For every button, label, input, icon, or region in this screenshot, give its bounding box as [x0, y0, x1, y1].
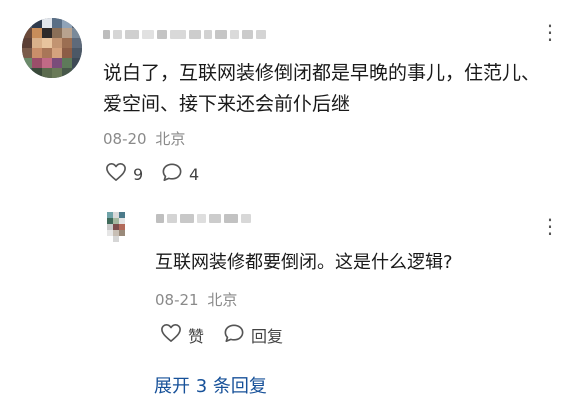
reply-like-label: 赞	[188, 327, 205, 346]
reply-date: 08-21	[155, 291, 199, 309]
reply-location: 北京	[207, 291, 238, 309]
like-count: 9	[133, 164, 144, 184]
commenter-name-redacted[interactable]	[103, 30, 266, 39]
reply-reply-label: 回复	[251, 327, 284, 346]
like-button[interactable]: 9	[105, 162, 143, 186]
reply-avatar[interactable]	[107, 212, 129, 242]
comment-bubble-icon	[223, 323, 245, 347]
expand-replies-link[interactable]: 展开 3 条回复	[154, 372, 267, 398]
more-dots-icon[interactable]: ⋮	[540, 22, 560, 42]
comment-text: 说白了，互联网装修倒闭都是早晚的事儿，住范儿、爱空间、接下来还会前仆后继	[103, 62, 541, 115]
comment-location: 北京	[155, 130, 186, 148]
reply-reply-button[interactable]: 回复	[223, 323, 283, 347]
reply-name-redacted[interactable]	[156, 214, 251, 223]
comment-meta: 08-20 北京	[103, 128, 185, 149]
heart-icon	[160, 323, 182, 347]
comment-date: 08-20	[103, 130, 147, 148]
reply-count: 4	[189, 164, 200, 184]
reply-more-dots-icon[interactable]: ⋮	[540, 216, 560, 236]
reply-meta: 08-21 北京	[155, 289, 237, 310]
commenter-avatar[interactable]	[22, 18, 82, 78]
reply-text: 互联网装修都要倒闭。这是什么逻辑?	[155, 252, 453, 273]
reply-button[interactable]: 4	[161, 162, 199, 186]
reply-like-button[interactable]: 赞	[160, 323, 204, 347]
heart-icon	[105, 162, 127, 186]
comment-bubble-icon	[161, 162, 183, 186]
